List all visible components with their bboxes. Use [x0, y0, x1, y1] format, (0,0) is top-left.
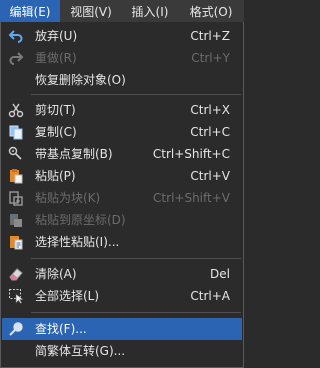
- redo-shortcut: Ctrl+Y: [191, 51, 230, 65]
- menu-item-find[interactable]: 查找(F)...: [2, 318, 242, 340]
- cut-label: 剪切(T): [35, 103, 76, 117]
- paste-block-shortcut: Ctrl+Shift+V: [153, 191, 230, 205]
- paste-block-icon: [8, 190, 24, 206]
- separator: [31, 94, 241, 95]
- copy-label: 复制(C): [35, 125, 77, 139]
- copy-basepoint-label: 带基点复制(B): [35, 147, 113, 161]
- menu-edit[interactable]: 编辑(E): [0, 0, 60, 22]
- undo-shortcut: Ctrl+Z: [190, 29, 230, 43]
- copy-icon: [8, 124, 24, 140]
- paste-orig-icon: [8, 212, 24, 228]
- menu-item-select-all[interactable]: 全部选择(L) Ctrl+A: [2, 285, 242, 307]
- scissors-icon: [8, 102, 24, 118]
- clear-shortcut: Del: [210, 267, 230, 281]
- menu-item-copy-basepoint[interactable]: 带基点复制(B) Ctrl+Shift+C: [2, 143, 242, 165]
- paste-special-label: 选择性粘贴(I)...: [35, 235, 120, 249]
- copy-basepoint-shortcut: Ctrl+Shift+C: [152, 147, 230, 161]
- menu-format[interactable]: 格式(O): [178, 0, 244, 22]
- undo-label: 放弃(U): [35, 29, 78, 43]
- copy-shortcut: Ctrl+C: [190, 125, 230, 139]
- menu-item-clear[interactable]: 清除(A) Del: [2, 263, 242, 285]
- find-icon: [8, 321, 24, 337]
- select-all-icon: [8, 288, 24, 304]
- paste-special-icon: [8, 234, 24, 250]
- copy-basepoint-icon: [8, 146, 24, 162]
- menu-item-cut[interactable]: 剪切(T) Ctrl+X: [2, 99, 242, 121]
- menu-item-redo[interactable]: 重做(R) Ctrl+Y: [2, 47, 242, 69]
- separator: [31, 258, 241, 259]
- menu-item-undo[interactable]: 放弃(U) Ctrl+Z: [2, 25, 242, 47]
- menu-item-convert[interactable]: 简繁体互转(G)...: [2, 340, 242, 362]
- restore-deleted-label: 恢复删除对象(O): [35, 73, 126, 87]
- eraser-icon: [8, 266, 24, 282]
- select-all-shortcut: Ctrl+A: [190, 289, 230, 303]
- undo-icon: [8, 28, 24, 44]
- separator: [31, 312, 241, 313]
- menu-view[interactable]: 视图(V): [60, 0, 122, 22]
- clear-label: 清除(A): [35, 267, 77, 281]
- menu-insert[interactable]: 插入(I): [122, 0, 178, 22]
- redo-label: 重做(R): [35, 51, 77, 65]
- menu-item-paste-orig[interactable]: 粘贴到原坐标(D): [2, 209, 242, 231]
- find-label: 查找(F)...: [35, 322, 87, 336]
- paste-shortcut: Ctrl+V: [190, 169, 230, 183]
- convert-label: 简繁体互转(G)...: [35, 344, 126, 358]
- menu-item-restore-deleted[interactable]: 恢复删除对象(O): [2, 69, 242, 91]
- menu-item-paste[interactable]: 粘贴(P) Ctrl+V: [2, 165, 242, 187]
- edit-menu-dropdown: 放弃(U) Ctrl+Z 重做(R) Ctrl+Y 恢复删除对象(O) 剪切(T…: [0, 22, 244, 368]
- menu-item-copy[interactable]: 复制(C) Ctrl+C: [2, 121, 242, 143]
- menu-item-paste-special[interactable]: 选择性粘贴(I)...: [2, 231, 242, 253]
- cut-shortcut: Ctrl+X: [190, 103, 230, 117]
- paste-label: 粘贴(P): [35, 169, 76, 183]
- select-all-label: 全部选择(L): [35, 289, 100, 303]
- paste-icon: [8, 168, 24, 184]
- paste-orig-label: 粘贴到原坐标(D): [35, 213, 126, 227]
- redo-icon: [8, 50, 24, 66]
- paste-block-label: 粘贴为块(K): [35, 191, 101, 205]
- menu-item-paste-block[interactable]: 粘贴为块(K) Ctrl+Shift+V: [2, 187, 242, 209]
- menu-bar: 编辑(E) 视图(V) 插入(I) 格式(O): [0, 0, 244, 22]
